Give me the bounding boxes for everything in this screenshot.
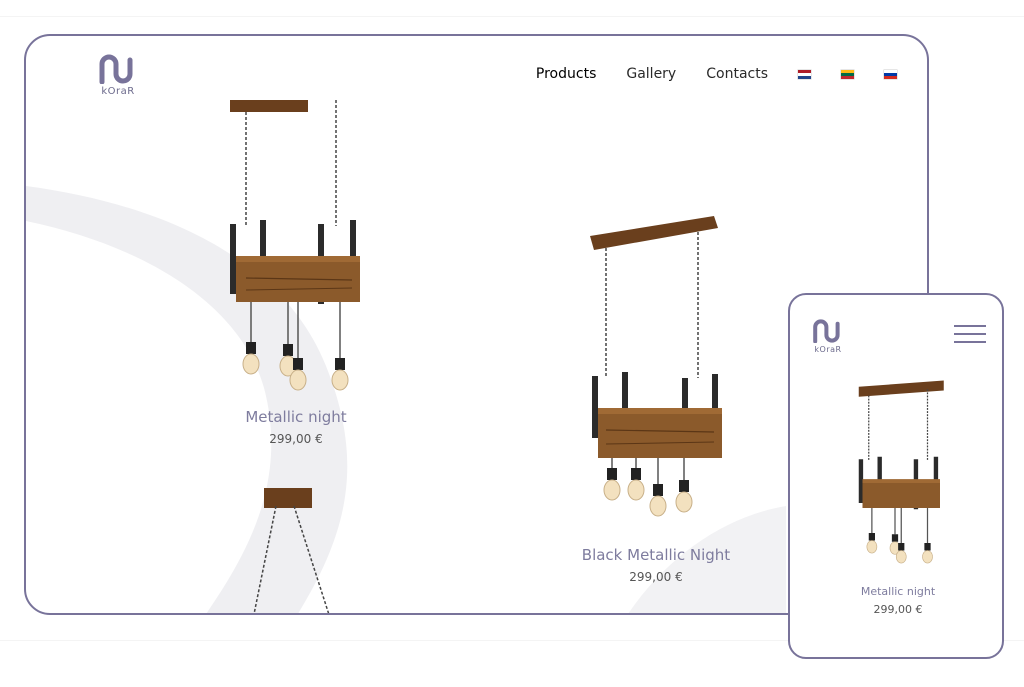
- nav-products[interactable]: Products: [536, 66, 596, 82]
- mobile-product-image[interactable]: [850, 373, 950, 573]
- logo[interactable]: kOraR: [98, 54, 138, 97]
- russia-flag-icon[interactable]: [884, 69, 897, 79]
- product-image-black-metallic-night[interactable]: [574, 212, 734, 532]
- background-line: [0, 16, 1024, 17]
- product-name[interactable]: Black Metallic Night: [556, 546, 756, 564]
- main-nav: Products Gallery Contacts: [536, 66, 897, 82]
- lithuania-flag-icon[interactable]: [841, 69, 854, 79]
- netherlands-flag-icon[interactable]: [798, 69, 811, 79]
- product-price: 299,00 €: [629, 570, 683, 584]
- logo-text: kOraR: [101, 86, 135, 97]
- product-name[interactable]: Metallic night: [196, 408, 396, 426]
- nav-gallery[interactable]: Gallery: [626, 66, 676, 82]
- product-image-partial[interactable]: [246, 484, 356, 615]
- hamburger-menu-icon[interactable]: [954, 325, 986, 343]
- logo-icon: [813, 319, 840, 343]
- mobile-logo[interactable]: kOraR: [812, 319, 844, 354]
- product-image-metallic-night[interactable]: [216, 96, 376, 396]
- logo-text: kOraR: [814, 345, 842, 354]
- mobile-preview: kOraR Metallic night 299,00 €: [788, 293, 1004, 659]
- mobile-product-name[interactable]: Metallic night: [798, 585, 998, 598]
- nav-contacts[interactable]: Contacts: [706, 66, 768, 82]
- mobile-product-price: 299,00 €: [873, 603, 923, 616]
- product-price: 299,00 €: [269, 432, 323, 446]
- language-switcher: [798, 69, 897, 79]
- logo-icon: [99, 54, 133, 84]
